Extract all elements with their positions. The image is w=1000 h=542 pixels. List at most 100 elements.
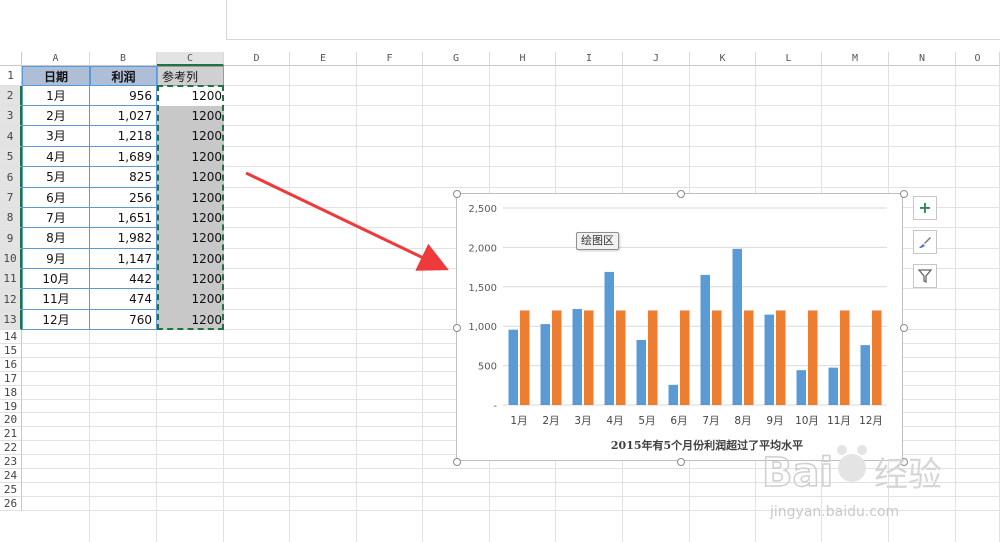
x-tick-label: 5月 — [638, 415, 655, 427]
bar-profit — [540, 324, 550, 405]
column-header-K[interactable]: K — [690, 52, 756, 66]
profit-cell[interactable]: 956 — [90, 86, 157, 106]
column-header-B[interactable]: B — [90, 52, 157, 66]
row-header-5[interactable]: 5 — [0, 147, 22, 167]
resize-handle[interactable] — [453, 190, 461, 198]
row-header-15[interactable]: 15 — [0, 344, 22, 358]
row-header-14[interactable]: 14 — [0, 330, 22, 344]
column-header-N[interactable]: N — [889, 52, 956, 66]
row-header-3[interactable]: 3 — [0, 106, 22, 126]
resize-handle[interactable] — [677, 190, 685, 198]
y-tick-label: 1,000 — [468, 322, 497, 333]
month-cell[interactable]: 4月 — [22, 147, 90, 167]
chart-elements-button[interactable]: + — [913, 196, 937, 220]
row-header-20[interactable]: 20 — [0, 413, 22, 427]
row-header-2[interactable]: 2 — [0, 86, 22, 106]
profit-cell[interactable]: 256 — [90, 188, 157, 208]
profit-cell[interactable]: 1,651 — [90, 208, 157, 228]
row-header-10[interactable]: 10 — [0, 249, 22, 269]
bar-reference — [584, 310, 594, 405]
header-reference-cell[interactable]: 参考列 — [157, 66, 224, 86]
bar-profit — [700, 274, 710, 405]
row-header-13[interactable]: 13 — [0, 310, 22, 330]
row-header-9[interactable]: 9 — [0, 228, 22, 249]
profit-cell[interactable]: 760 — [90, 310, 157, 330]
reference-cell[interactable]: 1200 — [157, 126, 224, 147]
column-header-F[interactable]: F — [357, 52, 423, 66]
row-header-4[interactable]: 4 — [0, 126, 22, 147]
month-cell[interactable]: 8月 — [22, 228, 90, 249]
column-header-H[interactable]: H — [490, 52, 556, 66]
row-header-25[interactable]: 25 — [0, 483, 22, 497]
row-header-23[interactable]: 23 — [0, 455, 22, 469]
row-header-18[interactable]: 18 — [0, 386, 22, 400]
chart-styles-button[interactable] — [913, 230, 937, 254]
month-cell[interactable]: 3月 — [22, 126, 90, 147]
reference-cell[interactable]: 1200 — [157, 86, 224, 106]
month-cell[interactable]: 6月 — [22, 188, 90, 208]
column-header-O[interactable]: O — [956, 52, 1000, 66]
row-header-26[interactable]: 26 — [0, 497, 22, 511]
header-date-cell[interactable]: 日期 — [22, 66, 90, 86]
column-header-L[interactable]: L — [756, 52, 822, 66]
bar-profit — [572, 309, 582, 405]
column-header-G[interactable]: G — [423, 52, 490, 66]
resize-handle[interactable] — [677, 458, 685, 466]
month-cell[interactable]: 12月 — [22, 310, 90, 330]
profit-cell[interactable]: 1,027 — [90, 106, 157, 126]
row-header-19[interactable]: 19 — [0, 400, 22, 413]
month-cell[interactable]: 1月 — [22, 86, 90, 106]
column-header-A[interactable]: A — [22, 52, 90, 66]
row-header-12[interactable]: 12 — [0, 289, 22, 310]
resize-handle[interactable] — [900, 324, 908, 332]
header-profit-cell[interactable]: 利润 — [90, 66, 157, 86]
profit-cell[interactable]: 474 — [90, 289, 157, 310]
column-header-D[interactable]: D — [224, 52, 290, 66]
row-header-16[interactable]: 16 — [0, 358, 22, 372]
profit-cell[interactable]: 1,982 — [90, 228, 157, 249]
month-cell[interactable]: 10月 — [22, 269, 90, 289]
profit-cell[interactable]: 825 — [90, 167, 157, 188]
month-cell[interactable]: 9月 — [22, 249, 90, 269]
profit-cell[interactable]: 1,218 — [90, 126, 157, 147]
month-cell[interactable]: 5月 — [22, 167, 90, 188]
reference-cell[interactable]: 1200 — [157, 147, 224, 167]
month-cell[interactable]: 7月 — [22, 208, 90, 228]
reference-cell[interactable]: 1200 — [157, 208, 224, 228]
month-cell[interactable]: 11月 — [22, 289, 90, 310]
reference-cell[interactable]: 1200 — [157, 167, 224, 188]
column-header-M[interactable]: M — [822, 52, 889, 66]
select-all-corner[interactable] — [0, 52, 22, 66]
row-header-24[interactable]: 24 — [0, 469, 22, 483]
profit-cell[interactable]: 1,689 — [90, 147, 157, 167]
row-header-7[interactable]: 7 — [0, 188, 22, 208]
row-header-11[interactable]: 11 — [0, 269, 22, 289]
month-cell[interactable]: 2月 — [22, 106, 90, 126]
row-header-17[interactable]: 17 — [0, 372, 22, 386]
reference-cell[interactable]: 1200 — [157, 310, 224, 330]
row-header-21[interactable]: 21 — [0, 427, 22, 441]
reference-cell[interactable]: 1200 — [157, 228, 224, 249]
column-header-C[interactable]: C — [157, 52, 224, 66]
formula-input[interactable] — [226, 0, 1000, 40]
row-header-8[interactable]: 8 — [0, 208, 22, 228]
profit-cell[interactable]: 442 — [90, 269, 157, 289]
x-tick-label: 11月 — [827, 415, 851, 427]
resize-handle[interactable] — [900, 190, 908, 198]
column-header-I[interactable]: I — [556, 52, 623, 66]
row-header-1[interactable]: 1 — [0, 66, 22, 86]
resize-handle[interactable] — [453, 458, 461, 466]
row-header-22[interactable]: 22 — [0, 441, 22, 455]
column-header-J[interactable]: J — [623, 52, 690, 66]
column-header-E[interactable]: E — [290, 52, 357, 66]
reference-cell[interactable]: 1200 — [157, 249, 224, 269]
chart-area[interactable]: - 500 1,000 1,500 2,000 2,500 1月 2月 3月 4月 5月 6月 7月 8月… — [456, 193, 903, 461]
reference-cell[interactable]: 1200 — [157, 188, 224, 208]
reference-cell[interactable]: 1200 — [157, 269, 224, 289]
row-header-6[interactable]: 6 — [0, 167, 22, 188]
reference-cell[interactable]: 1200 — [157, 289, 224, 310]
profit-cell[interactable]: 1,147 — [90, 249, 157, 269]
chart-filters-button[interactable] — [913, 264, 937, 288]
reference-cell[interactable]: 1200 — [157, 106, 224, 126]
resize-handle[interactable] — [453, 324, 461, 332]
